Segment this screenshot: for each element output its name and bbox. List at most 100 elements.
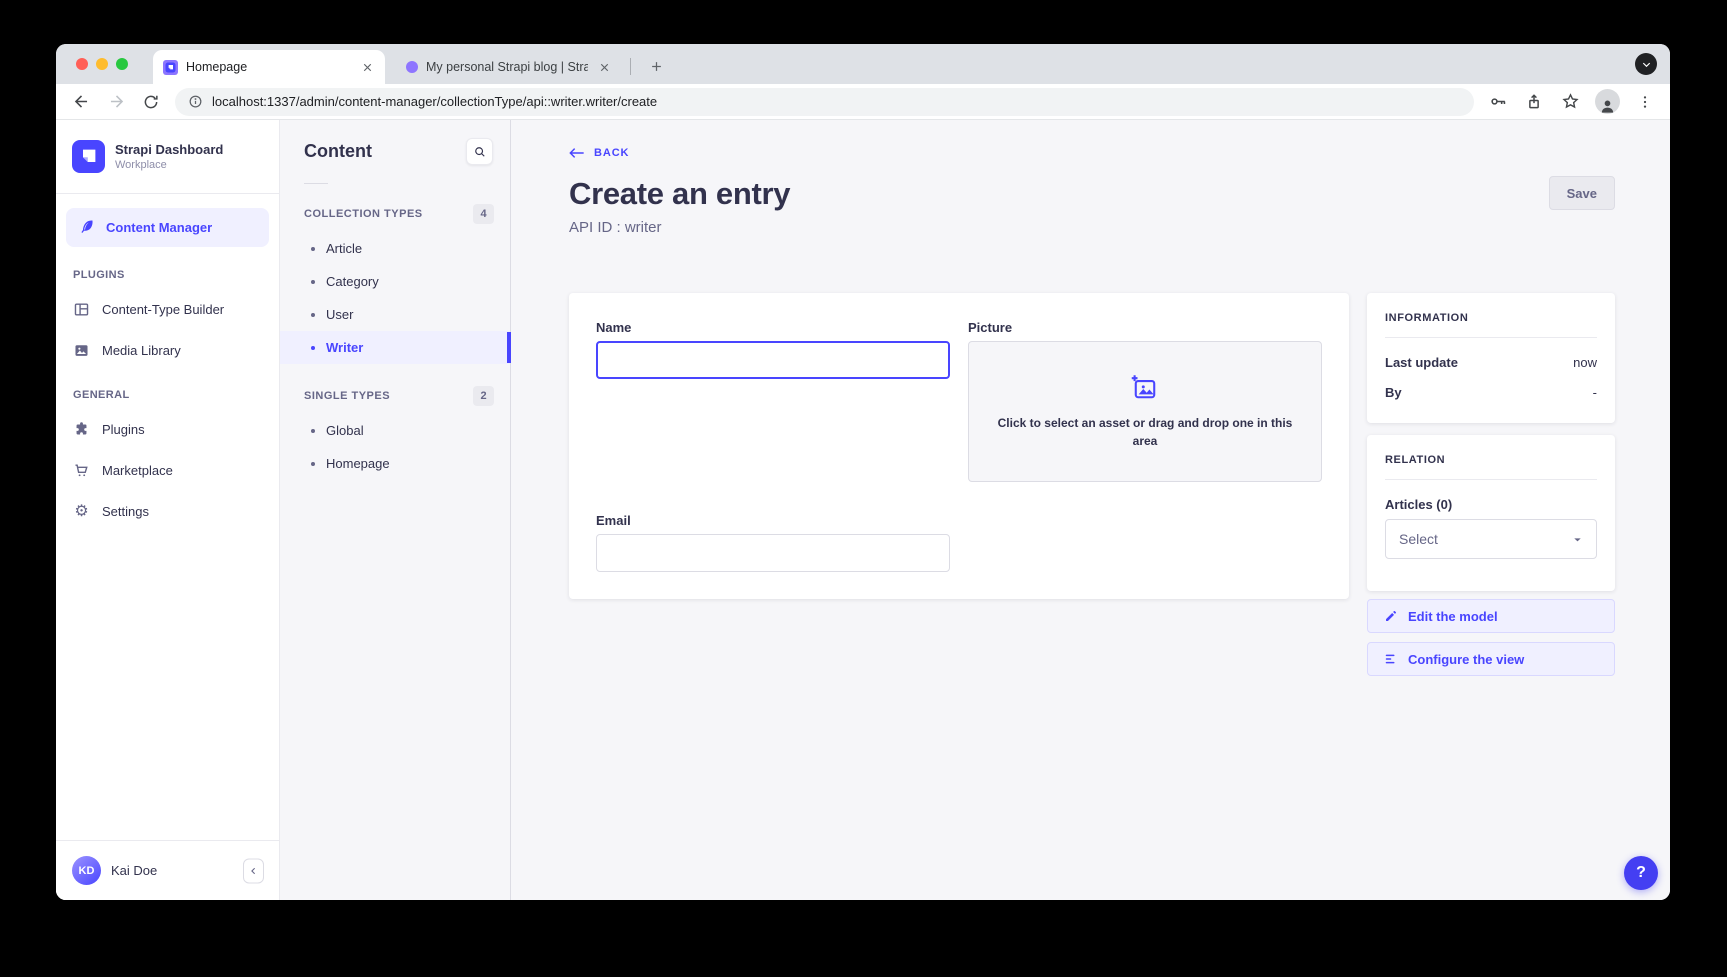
strapi-admin-app: Strapi Dashboard Workplace Content Manag… [56,120,1670,900]
information-card: INFORMATION Last update now By - [1367,293,1615,423]
save-button[interactable]: Save [1549,176,1615,210]
strapi-logo-icon [72,140,105,173]
gear-icon: ⚙ [73,503,90,520]
tab-strapi-blog[interactable]: My personal Strapi blog | Strap [396,50,622,84]
tab-search-button[interactable] [1635,53,1657,75]
tab-title: Homepage [186,60,351,74]
subnav-item-label: Global [326,423,364,438]
window-controls [76,58,128,70]
user-name: Kai Doe [111,863,157,878]
divider [1385,479,1597,480]
maximize-window-button[interactable] [116,58,128,70]
subnav-item-global[interactable]: Global [280,414,510,447]
sidebar-item-plugins[interactable]: Plugins [56,409,279,450]
arrow-left-icon [569,147,585,159]
close-window-button[interactable] [76,58,88,70]
articles-select[interactable]: Select [1385,519,1597,559]
subnav-item-article[interactable]: Article [280,232,510,265]
upload-hint-text: Click to select an asset or drag and dro… [997,414,1293,450]
content-subnav: Content COLLECTION TYPES 4 Article Categ… [280,120,511,900]
email-input[interactable] [596,534,950,572]
back-link[interactable]: BACK [569,147,629,159]
subnav-item-label: Category [326,274,379,289]
sidebar-item-label: Marketplace [102,463,173,478]
information-title: INFORMATION [1385,312,1597,324]
edit-model-button[interactable]: Edit the model [1367,599,1615,633]
image-icon [73,342,90,359]
sidebar-item-label: Content Manager [106,220,212,235]
close-tab-icon[interactable] [596,59,612,75]
add-image-icon [1130,373,1160,403]
new-tab-button[interactable] [642,52,670,80]
share-icon[interactable] [1523,91,1545,113]
reload-icon[interactable] [140,91,162,113]
sidebar-item-settings[interactable]: ⚙ Settings [56,491,279,532]
back-label: BACK [594,147,629,159]
sidebar-item-media-library[interactable]: Media Library [56,330,279,371]
edit-model-label: Edit the model [1408,609,1498,624]
right-panel: INFORMATION Last update now By - RELATIO… [1367,293,1615,676]
subnav-item-homepage[interactable]: Homepage [280,447,510,480]
browser-profile-avatar[interactable] [1595,89,1620,114]
workspace-title: Strapi Dashboard [115,142,223,158]
configure-view-button[interactable]: Configure the view [1367,642,1615,676]
info-value: now [1573,355,1597,370]
key-icon[interactable] [1487,91,1509,113]
page-subtitle: API ID : writer [569,219,1615,236]
sidebar-item-marketplace[interactable]: Marketplace [56,450,279,491]
bullet-icon [311,313,315,317]
subnav-divider [304,183,328,184]
close-tab-icon[interactable] [359,59,375,75]
picture-field-label: Picture [968,320,1322,335]
subnav-item-writer[interactable]: Writer [280,331,510,364]
bookmark-star-icon[interactable] [1559,91,1581,113]
sidebar-item-content-manager[interactable]: Content Manager [66,208,269,247]
back-nav-icon[interactable] [70,91,92,113]
page-title: Create an entry [569,176,790,212]
subnav-item-user[interactable]: User [280,298,510,331]
layout-icon [73,301,90,318]
tab-homepage[interactable]: Homepage [153,50,385,84]
search-button[interactable] [466,138,493,165]
group-header-collection-types: COLLECTION TYPES 4 [280,196,510,232]
browser-window: Homepage My personal Strapi blog | Strap [56,44,1670,900]
sidebar-item-content-type-builder[interactable]: Content-Type Builder [56,289,279,330]
pencil-icon [1384,609,1398,623]
select-value: Select [1399,531,1438,547]
minimize-window-button[interactable] [96,58,108,70]
browser-menu-icon[interactable] [1634,91,1656,113]
workspace-header[interactable]: Strapi Dashboard Workplace [56,120,279,194]
strapi-favicon-icon [163,60,178,75]
bullet-icon [311,346,315,350]
info-row-by: By - [1385,385,1597,400]
forward-nav-icon[interactable] [105,91,127,113]
user-area: KD Kai Doe [56,840,279,900]
count-badge: 4 [473,204,494,224]
help-button[interactable]: ? [1624,856,1658,890]
blog-favicon-icon [406,61,418,73]
collapse-sidebar-button[interactable] [243,858,264,883]
group-header-single-types: SINGLE TYPES 2 [280,378,510,414]
main-sidebar: Strapi Dashboard Workplace Content Manag… [56,120,280,900]
relation-card: RELATION Articles (0) Select [1367,435,1615,591]
articles-relation-label: Articles (0) [1385,497,1597,512]
workspace-subtitle: Workplace [115,159,223,171]
info-value: - [1593,385,1597,400]
picture-upload-dropzone[interactable]: Click to select an asset or drag and dro… [968,341,1322,482]
info-label: Last update [1385,355,1458,370]
section-label-plugins: PLUGINS [56,251,279,289]
configure-view-label: Configure the view [1408,652,1524,667]
entry-form-card: Name Picture Click to select an asset or… [569,293,1349,599]
bullet-icon [311,462,315,466]
url-bar[interactable]: localhost:1337/admin/content-manager/col… [175,88,1474,116]
user-avatar[interactable]: KD [72,856,101,885]
subnav-item-category[interactable]: Category [280,265,510,298]
site-info-icon [188,94,203,109]
count-badge: 2 [473,386,494,406]
toolbar-actions [1487,89,1656,114]
group-label: COLLECTION TYPES [304,208,423,220]
subnav-title: Content [304,141,372,162]
name-input[interactable] [596,341,950,379]
configure-lines-icon [1384,652,1398,666]
feather-pen-icon [79,218,95,237]
